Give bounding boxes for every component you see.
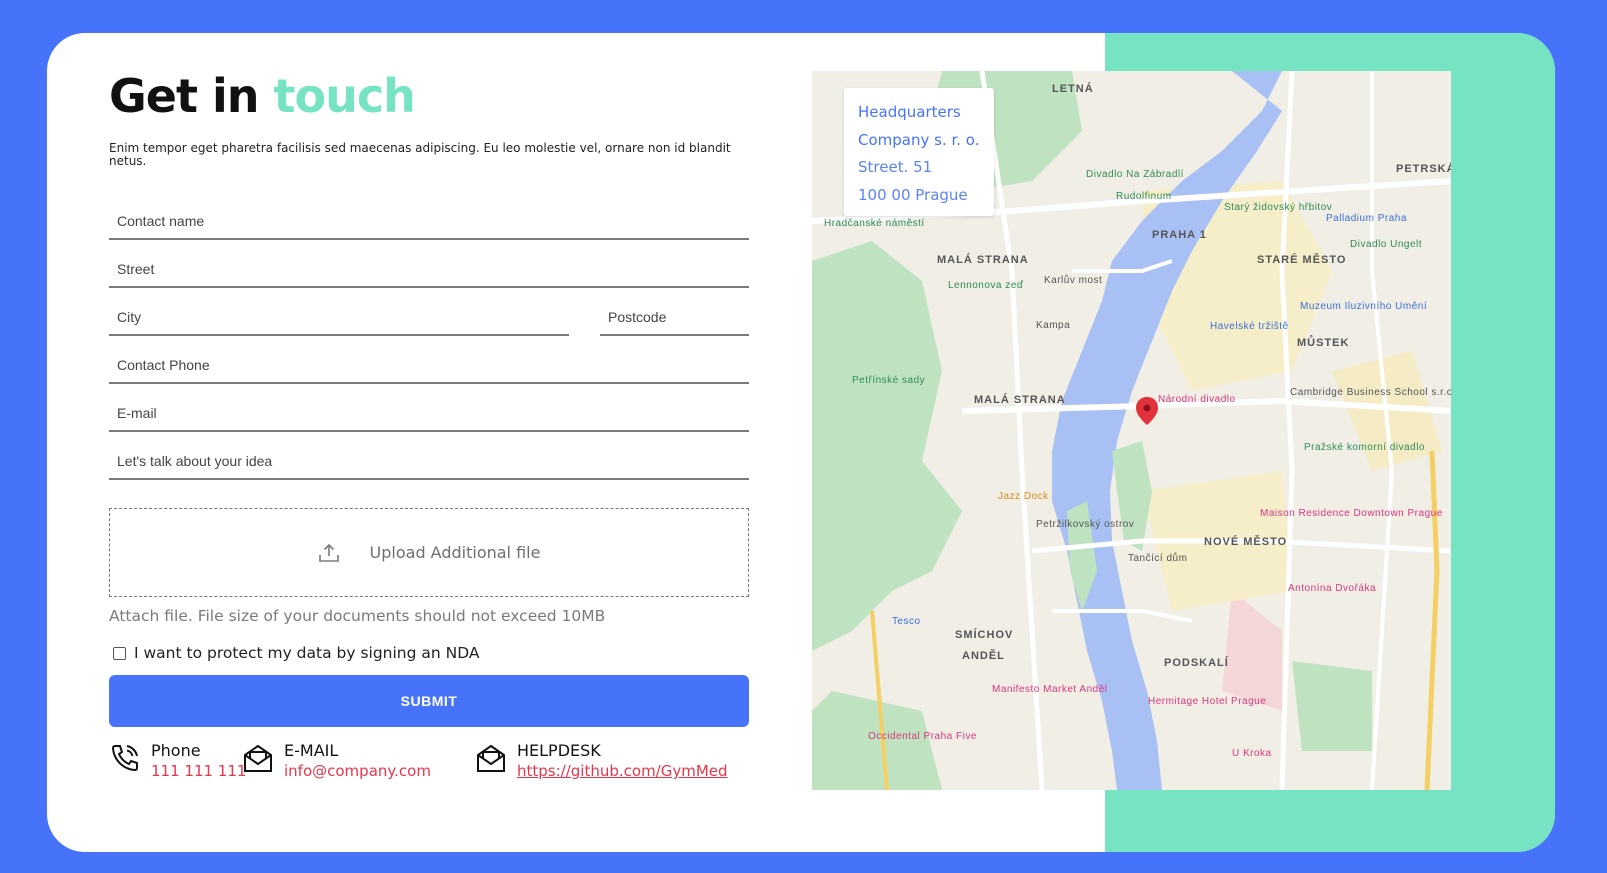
- map-label-mala-strana-2: MALÁ STRANA: [974, 394, 1066, 406]
- map-label-zidovsky: Starý židovský hřbitov: [1224, 202, 1333, 213]
- contact-name-input[interactable]: [109, 204, 749, 238]
- map-label-tancici-dum: Tančící dům: [1128, 553, 1188, 564]
- email-input[interactable]: [109, 396, 749, 430]
- map-label-divadlo-ungelt: Divadlo Ungelt: [1350, 239, 1423, 250]
- location-map[interactable]: LETNÁ PRAHA 1 MALÁ STRANA MALÁ STRANA ST…: [812, 71, 1451, 790]
- phone-title: Phone: [151, 741, 201, 760]
- map-label-kampa: Kampa: [1036, 320, 1071, 331]
- contact-email: E-MAIL info@company.com: [242, 742, 431, 782]
- helpdesk-title: HELPDESK: [517, 741, 601, 760]
- map-label-lennonova: Lennonova zeď: [948, 280, 1024, 291]
- contact-card: Get in touch Enim tempor eget pharetra f…: [47, 33, 1555, 852]
- map-label-mustek: MŮSTEK: [1297, 337, 1350, 349]
- phone-icon: [109, 742, 141, 774]
- upload-icon: [318, 542, 340, 564]
- map-label-jazz-dock: Jazz Dock: [998, 491, 1049, 502]
- city-input[interactable]: [109, 300, 569, 334]
- map-label-petrin: Petřínské sady: [852, 375, 926, 386]
- page-subtitle: Enim tempor eget pharetra facilisis sed …: [109, 141, 731, 168]
- map-label-stare-mesto: STARÉ MĚSTO: [1257, 254, 1347, 266]
- title-accent: touch: [273, 69, 416, 123]
- map-label-divadlo-na-zabradli: Divadlo Na Zábradlí: [1086, 169, 1184, 180]
- hq-company: Company s. r. o.: [858, 130, 980, 149]
- map-label-cambridge: Cambridge Business School s.r.o.: [1290, 387, 1451, 398]
- map-label-andel: ANDĚL: [962, 650, 1005, 662]
- helpdesk-link[interactable]: https://github.com/GymMed: [517, 760, 728, 782]
- phone-value[interactable]: 111 111 111: [151, 760, 246, 782]
- map-label-petrzilkovsky: Petržilkovský ostrov: [1036, 519, 1135, 530]
- upload-dropzone[interactable]: Upload Additional file: [109, 508, 749, 597]
- email-title: E-MAIL: [284, 741, 339, 760]
- email-value[interactable]: info@company.com: [284, 760, 431, 782]
- map-label-antonina: Antonína Dvořáka: [1288, 583, 1377, 594]
- map-label-nove-mesto: NOVÉ MĚSTO: [1204, 536, 1288, 548]
- map-label-smichov: SMÍCHOV: [955, 629, 1014, 641]
- idea-input[interactable]: [109, 444, 749, 478]
- contact-name-field: [109, 204, 749, 240]
- page-title: Get in touch: [109, 69, 416, 123]
- map-label-karluv-most: Karlův most: [1044, 275, 1103, 286]
- title-main: Get in: [109, 69, 259, 123]
- street-field: [109, 252, 749, 288]
- map-label-narodni-divadlo: Národní divadlo: [1158, 394, 1236, 405]
- contact-phone: Phone 111 111 111: [109, 742, 246, 782]
- phone-input[interactable]: [109, 348, 749, 382]
- contact-helpdesk: HELPDESK https://github.com/GymMed: [475, 742, 728, 782]
- nda-label: I want to protect my data by signing an …: [134, 644, 480, 662]
- map-label-u-kroka: U Kroka: [1232, 748, 1272, 759]
- postcode-field: [600, 300, 749, 336]
- map-label-havelske: Havelské tržiště: [1210, 321, 1289, 332]
- map-label-praha1: PRAHA 1: [1152, 229, 1207, 241]
- hq-title: Headquarters: [858, 103, 961, 121]
- map-label-prazske-komorni: Pražské komorní divadlo: [1304, 442, 1425, 453]
- upload-hint: Attach file. File size of your documents…: [109, 607, 606, 625]
- map-label-letna: LETNÁ: [1052, 83, 1094, 95]
- map-label-palladium: Palladium Praha: [1326, 213, 1407, 224]
- hq-city: 100 00 Prague: [858, 185, 968, 204]
- map-label-mala-strana: MALÁ STRANA: [937, 254, 1029, 266]
- map-label-podskali: PODSKALÍ: [1164, 657, 1229, 669]
- submit-button[interactable]: SUBMIT: [109, 675, 749, 727]
- city-field: [109, 300, 569, 336]
- map-label-muzeum: Muzeum Iluzivního Umění: [1300, 301, 1428, 312]
- mail-icon: [475, 742, 507, 774]
- map-label-occidental: Occidental Praha Five: [868, 731, 977, 742]
- phone-field: [109, 348, 749, 384]
- map-label-petrska: PETRSKÁ: [1396, 163, 1451, 175]
- headquarters-card: Headquarters Company s. r. o. Street. 51…: [844, 88, 994, 216]
- hq-street: Street. 51: [858, 158, 933, 176]
- nda-checkbox[interactable]: [113, 646, 126, 660]
- upload-label: Upload Additional file: [369, 543, 541, 562]
- nda-option[interactable]: I want to protect my data by signing an …: [113, 644, 480, 662]
- mail-icon: [242, 742, 274, 774]
- map-label-hermitage: Hermitage Hotel Prague: [1148, 696, 1267, 707]
- map-label-tesco: Tesco: [892, 616, 921, 627]
- postcode-input[interactable]: [600, 300, 749, 334]
- map-label-hradcanske: Hradčanské náměstí: [824, 218, 925, 229]
- map-label-maison: Maison Residence Downtown Prague: [1260, 508, 1443, 519]
- idea-field: [109, 444, 749, 480]
- map-label-rudolfinum: Rudolfinum: [1116, 191, 1172, 202]
- email-field: [109, 396, 749, 432]
- map-label-manifesto: Manifesto Market Anděl: [992, 684, 1108, 695]
- street-input[interactable]: [109, 252, 749, 286]
